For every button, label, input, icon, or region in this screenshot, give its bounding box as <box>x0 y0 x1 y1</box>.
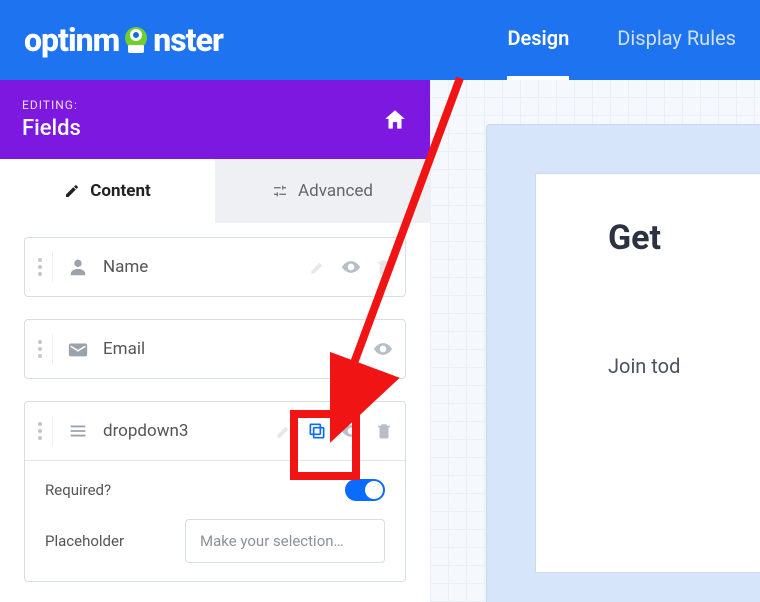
home-icon[interactable] <box>382 107 408 133</box>
field-dropdown3-label: dropdown3 <box>103 421 275 441</box>
tab-content-label: Content <box>90 181 150 201</box>
tab-advanced[interactable]: Advanced <box>215 159 430 223</box>
pencil-icon <box>64 183 80 199</box>
field-email-label: Email <box>103 339 373 359</box>
trash-icon[interactable] <box>375 258 393 276</box>
eye-icon[interactable] <box>373 339 393 359</box>
preview-title: Get <box>608 218 760 258</box>
tab-content[interactable]: Content <box>0 159 215 223</box>
trash-icon[interactable] <box>375 422 393 440</box>
drag-handle[interactable] <box>37 252 53 282</box>
edit-icon[interactable] <box>309 258 327 276</box>
field-row-name[interactable]: Name <box>24 237 406 297</box>
sidebar: EDITING: Fields Content Advanced <box>0 80 430 602</box>
preview-pane: Get Join tod <box>430 80 760 602</box>
logo: optinm nster <box>24 21 223 59</box>
placeholder-label: Placeholder <box>45 532 175 550</box>
nav-design[interactable]: Design <box>507 0 569 80</box>
field-settings: Required? Placeholder <box>25 460 405 581</box>
sidebar-tabs: Content Advanced <box>0 159 430 223</box>
preview-subtitle: Join tod <box>608 354 760 378</box>
editing-bar: EDITING: Fields <box>0 80 430 159</box>
tab-advanced-label: Advanced <box>298 181 373 201</box>
monster-icon <box>119 23 153 57</box>
required-toggle[interactable] <box>345 479 385 501</box>
edit-icon[interactable] <box>275 422 293 440</box>
field-list: Name Email <box>0 223 430 602</box>
dropdown-icon <box>67 420 89 442</box>
eye-icon[interactable] <box>341 421 361 441</box>
top-nav: Design Display Rules <box>507 0 736 80</box>
required-label: Required? <box>45 481 175 499</box>
preview-outer: Get Join tod <box>486 124 760 602</box>
editing-title: Fields <box>22 116 81 141</box>
eye-icon[interactable] <box>341 257 361 277</box>
logo-text-right: nster <box>153 21 223 59</box>
field-name-label: Name <box>103 257 309 277</box>
editing-text: EDITING: Fields <box>22 98 81 141</box>
editing-label: EDITING: <box>22 98 81 112</box>
sliders-icon <box>272 183 288 199</box>
logo-text-left: optinm <box>24 21 119 59</box>
drag-handle[interactable] <box>37 416 53 446</box>
person-icon <box>67 256 89 278</box>
envelope-icon <box>67 338 89 360</box>
main: EDITING: Fields Content Advanced <box>0 80 760 602</box>
drag-handle[interactable] <box>37 334 53 364</box>
preview-inner: Get Join tod <box>535 173 760 573</box>
placeholder-input[interactable] <box>185 519 385 563</box>
duplicate-icon[interactable] <box>307 421 327 441</box>
field-row-email[interactable]: Email <box>24 319 406 379</box>
top-bar: optinm nster Design Display Rules <box>0 0 760 80</box>
nav-display-rules[interactable]: Display Rules <box>617 0 736 80</box>
field-row-dropdown3[interactable]: dropdown3 Required? Placeholder <box>24 401 406 582</box>
